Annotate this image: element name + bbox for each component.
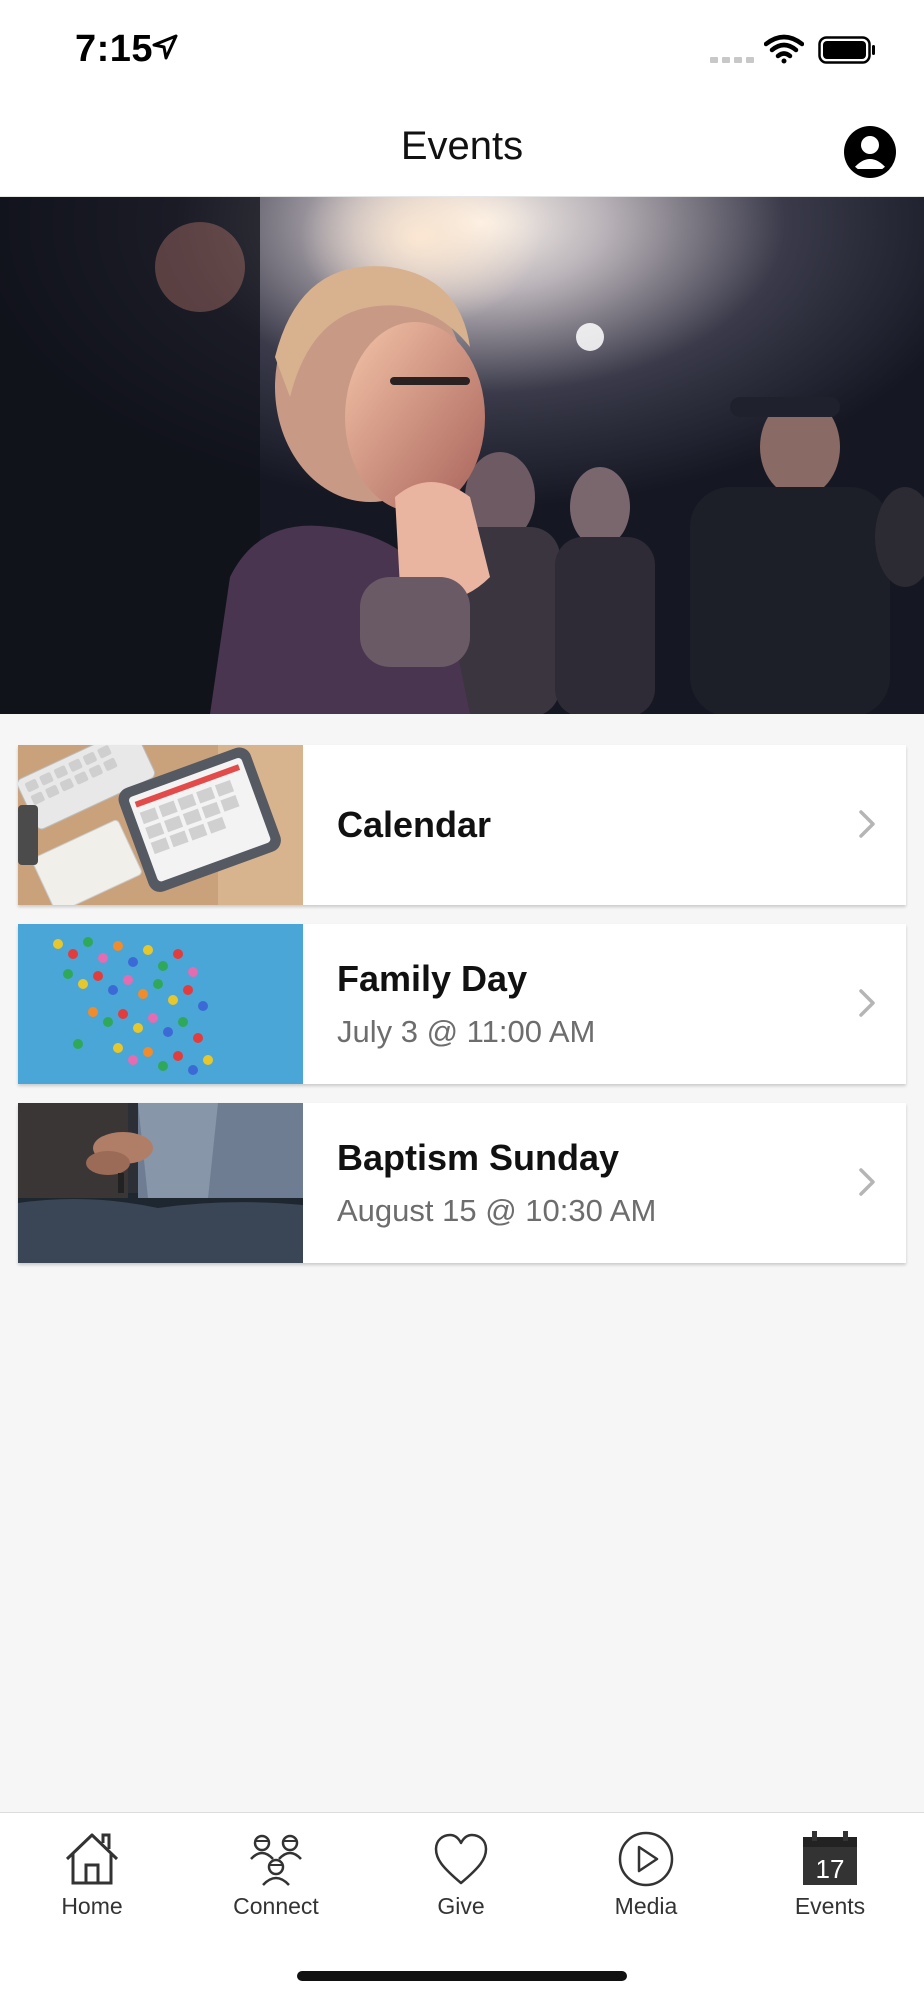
tab-label: Events: [794, 1893, 866, 1919]
chevron-right-icon: [859, 989, 875, 1017]
page-title: Events: [400, 124, 524, 168]
calendar-day-number: 17: [816, 1854, 845, 1884]
event-card-baptism-sunday[interactable]: Baptism Sunday August 15 @ 10:30 AM: [18, 1103, 906, 1263]
calendar-thumbnail: [18, 745, 303, 905]
cellular-signal-icon: [710, 57, 754, 63]
tab-connect[interactable]: Connect: [184, 1813, 368, 1943]
tab-label: Give: [437, 1893, 485, 1919]
balloons-thumbnail: [18, 924, 303, 1084]
chevron-right-icon: [859, 810, 875, 838]
event-title: Calendar: [337, 804, 492, 845]
event-card-body: Family Day July 3 @ 11:00 AM: [303, 958, 906, 1050]
profile-icon[interactable]: [843, 125, 897, 179]
calendar-icon: 17: [803, 1831, 857, 1885]
event-card-body: Calendar: [303, 804, 906, 846]
heart-icon: [434, 1833, 488, 1885]
battery-icon: [818, 36, 875, 64]
people-icon: [250, 1834, 302, 1886]
status-bar: 7:15: [0, 0, 924, 100]
tab-events[interactable]: 17 Events: [738, 1813, 922, 1943]
worship-crowd-image: [0, 197, 924, 714]
event-card-family-day[interactable]: Family Day July 3 @ 11:00 AM: [18, 924, 906, 1084]
event-title: Family Day: [337, 958, 528, 999]
event-date: July 3 @ 11:00 AM: [337, 1014, 596, 1049]
status-time: 7:15: [75, 28, 154, 70]
tab-give[interactable]: Give: [369, 1813, 553, 1943]
play-icon: [618, 1831, 674, 1887]
event-card-calendar[interactable]: Calendar: [18, 745, 906, 905]
tab-home[interactable]: Home: [0, 1813, 184, 1943]
location-arrow-icon: [152, 34, 178, 60]
home-icon: [65, 1833, 119, 1885]
home-indicator[interactable]: [297, 1971, 627, 1981]
tab-label: Media: [614, 1893, 678, 1919]
tab-label: Connect: [233, 1893, 319, 1919]
event-card-body: Baptism Sunday August 15 @ 10:30 AM: [303, 1137, 906, 1229]
navigation-bar: Events: [0, 100, 924, 197]
tab-label: Home: [61, 1893, 123, 1919]
hero-image: [0, 197, 924, 714]
tab-media[interactable]: Media: [554, 1813, 738, 1943]
event-title: Baptism Sunday: [337, 1137, 620, 1178]
event-date: August 15 @ 10:30 AM: [337, 1193, 657, 1228]
baptism-thumbnail: [18, 1103, 303, 1263]
chevron-right-icon: [859, 1168, 875, 1196]
wifi-icon: [764, 34, 804, 64]
